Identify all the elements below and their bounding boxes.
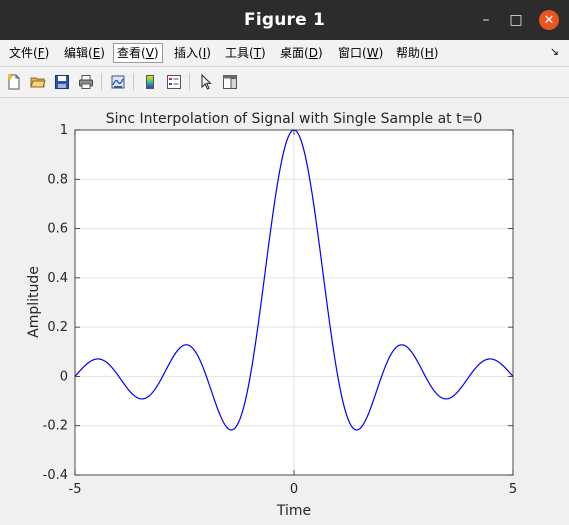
y-axis-label: Amplitude bbox=[26, 266, 42, 338]
chart-title: Sinc Interpolation of Signal with Single… bbox=[106, 111, 482, 127]
sinc-chart[interactable]: Sinc Interpolation of Signal with Single… bbox=[0, 98, 569, 521]
menu-insert[interactable]: 插入(I) bbox=[171, 43, 214, 63]
legend-icon bbox=[167, 75, 181, 89]
legend-button[interactable] bbox=[164, 72, 184, 92]
colorbar-button[interactable] bbox=[140, 72, 160, 92]
toolbar-separator bbox=[133, 73, 134, 91]
close-button[interactable]: ✕ bbox=[533, 0, 565, 40]
x-tick-label: 0 bbox=[290, 482, 298, 497]
y-tick-label: 0.2 bbox=[47, 320, 68, 335]
property-editor-icon bbox=[223, 75, 237, 89]
menu-help[interactable]: 帮助(H) bbox=[393, 43, 441, 63]
colorbar-icon bbox=[146, 75, 154, 89]
toolbar-separator bbox=[101, 73, 102, 91]
open-button[interactable] bbox=[28, 72, 48, 92]
y-tick-label: 0.8 bbox=[47, 172, 68, 187]
x-tick-label: -5 bbox=[69, 482, 82, 497]
menu-edit[interactable]: 编辑(E) bbox=[61, 43, 108, 63]
y-tick-label: -0.4 bbox=[43, 468, 68, 483]
figure-canvas: Sinc Interpolation of Signal with Single… bbox=[0, 98, 569, 521]
menu-file[interactable]: 文件(F) bbox=[6, 43, 52, 63]
dock-arrow-icon[interactable]: ↘ bbox=[550, 45, 559, 58]
property-editor-button[interactable] bbox=[220, 72, 240, 92]
figure-toolbar bbox=[0, 67, 569, 98]
print-button[interactable] bbox=[76, 72, 96, 92]
save-icon bbox=[55, 75, 69, 89]
window-title: Figure 1 bbox=[244, 10, 325, 30]
new-figure-button[interactable] bbox=[4, 72, 24, 92]
menu-view[interactable]: 查看(V) bbox=[113, 43, 163, 63]
x-tick-label: 5 bbox=[509, 482, 517, 497]
x-axis-label: Time bbox=[276, 503, 311, 519]
toolbar-separator bbox=[189, 73, 190, 91]
close-icon: ✕ bbox=[539, 10, 559, 30]
menu-bar: 文件(F) 编辑(E) 查看(V) 插入(I) 工具(T) 桌面(D) 窗口(W… bbox=[0, 40, 569, 67]
open-folder-icon bbox=[30, 77, 46, 88]
minimize-icon: – bbox=[482, 12, 490, 28]
edit-plot-button[interactable] bbox=[196, 72, 216, 92]
save-button[interactable] bbox=[52, 72, 72, 92]
menu-window[interactable]: 窗口(W) bbox=[335, 43, 386, 63]
menu-desktop[interactable]: 桌面(D) bbox=[277, 43, 326, 63]
link-plot-button[interactable] bbox=[108, 72, 128, 92]
maximize-button[interactable]: □ bbox=[500, 0, 532, 40]
menu-tools[interactable]: 工具(T) bbox=[222, 43, 269, 63]
print-icon bbox=[79, 75, 93, 89]
y-tick-label: 0.4 bbox=[47, 271, 68, 286]
new-figure-icon bbox=[7, 74, 20, 90]
y-tick-label: 1 bbox=[60, 123, 68, 138]
minimize-button[interactable]: – bbox=[470, 0, 502, 40]
link-plot-icon bbox=[111, 75, 125, 89]
y-tick-label: 0.6 bbox=[47, 222, 68, 237]
y-tick-label: 0 bbox=[60, 369, 68, 384]
pointer-icon bbox=[201, 74, 212, 90]
y-tick-label: -0.2 bbox=[43, 419, 68, 434]
maximize-icon: □ bbox=[509, 12, 523, 28]
